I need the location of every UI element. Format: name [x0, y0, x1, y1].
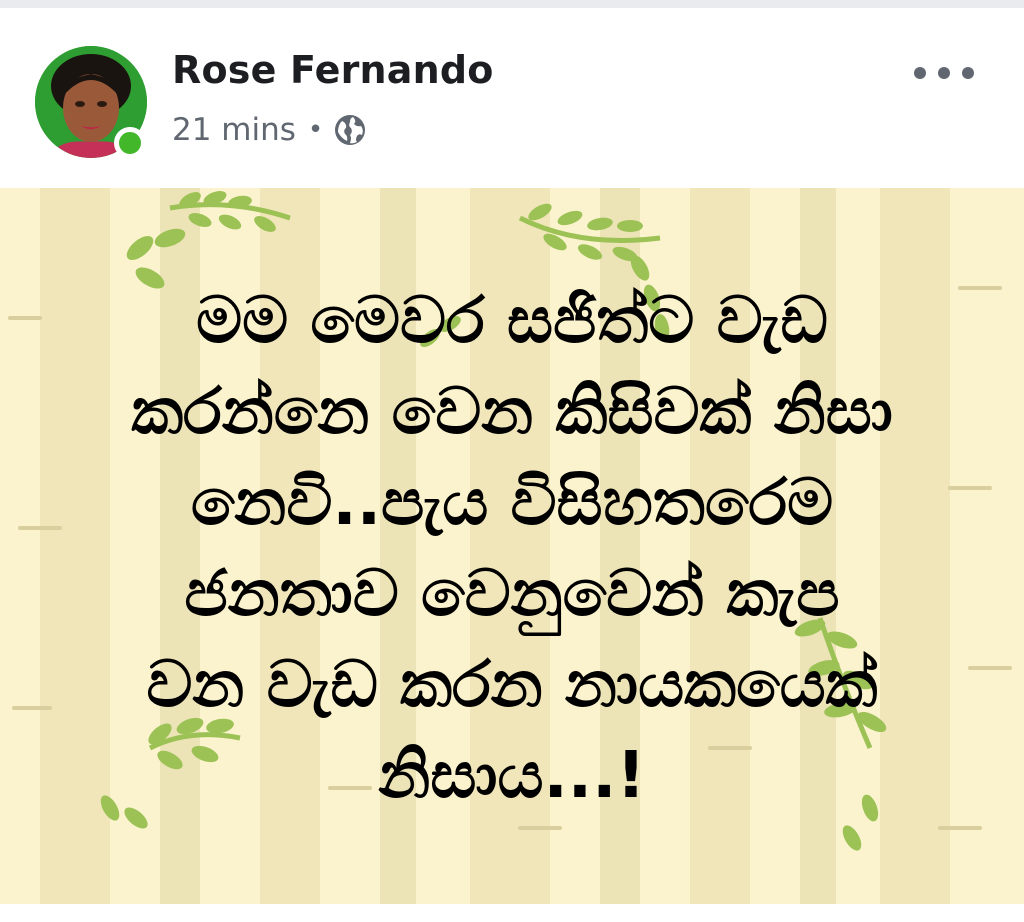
online-status-dot [114, 127, 146, 159]
more-horizontal-icon [914, 67, 926, 79]
text-line: වන වැඩ කරන නායකයෙක් [146, 648, 878, 722]
more-options-button[interactable] [914, 56, 974, 90]
text-line: නෙවි..පැය විසිහතරෙම [190, 466, 834, 540]
avatar[interactable] [35, 46, 147, 159]
post-timestamp[interactable]: 21 mins [172, 112, 296, 148]
top-divider [0, 0, 1024, 8]
meta-separator: • [307, 115, 324, 145]
post-image[interactable]: මම මෙවර සජිත්ට වැඩ කරන්නෙ වෙන කිසිවක් නි… [0, 188, 1024, 904]
text-line: නිසාය...! [378, 739, 646, 813]
text-line: කරන්නෙ වෙන කිසිවක් නිසා [131, 375, 893, 449]
author-name[interactable]: Rose Fernando [172, 48, 494, 92]
post-image-text: මම මෙවර සජිත්ට වැඩ කරන්නෙ වෙන කිසිවක් නි… [40, 276, 984, 822]
text-line: ජනතාව වෙනුවෙන් කැප [184, 557, 840, 631]
text-line: මම මෙවර සජිත්ට වැඩ [196, 284, 828, 358]
post-meta: 21 mins • [172, 110, 367, 150]
more-horizontal-icon-dot [962, 67, 974, 79]
bottom-divider [0, 904, 1024, 922]
post-header: Rose Fernando 21 mins • [0, 8, 1024, 188]
globe-icon[interactable] [333, 113, 367, 147]
more-horizontal-icon-dot [938, 67, 950, 79]
